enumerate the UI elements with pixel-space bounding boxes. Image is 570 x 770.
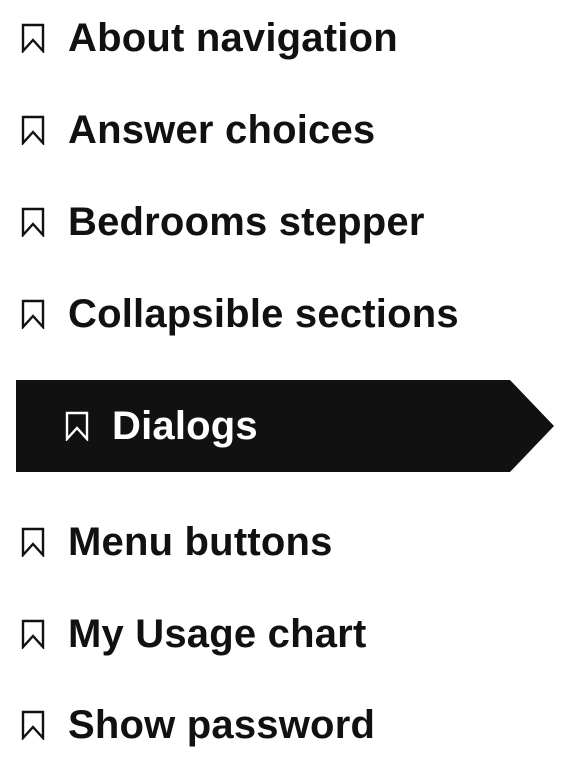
bookmark-icon xyxy=(20,115,46,145)
bookmark-icon xyxy=(20,527,46,557)
navigation-list: About navigation Answer choices Bedrooms… xyxy=(0,0,570,770)
bookmark-icon xyxy=(20,619,46,649)
nav-item-label: About navigation xyxy=(68,16,398,60)
nav-item-dialogs[interactable]: Dialogs xyxy=(16,380,554,472)
active-item-background xyxy=(16,380,554,472)
bookmark-icon xyxy=(20,23,46,53)
nav-item-label: My Usage chart xyxy=(68,612,367,656)
nav-item-label: Bedrooms stepper xyxy=(68,200,425,244)
nav-item-label: Dialogs xyxy=(112,404,258,448)
bookmark-icon xyxy=(20,710,46,740)
nav-item-label: Answer choices xyxy=(68,108,376,152)
nav-item-label: Collapsible sections xyxy=(68,292,459,336)
nav-item-label: Show password xyxy=(68,703,376,747)
bookmark-icon xyxy=(20,299,46,329)
bookmark-icon xyxy=(64,411,90,441)
bookmark-icon xyxy=(20,207,46,237)
nav-item-label: Menu buttons xyxy=(68,520,333,564)
